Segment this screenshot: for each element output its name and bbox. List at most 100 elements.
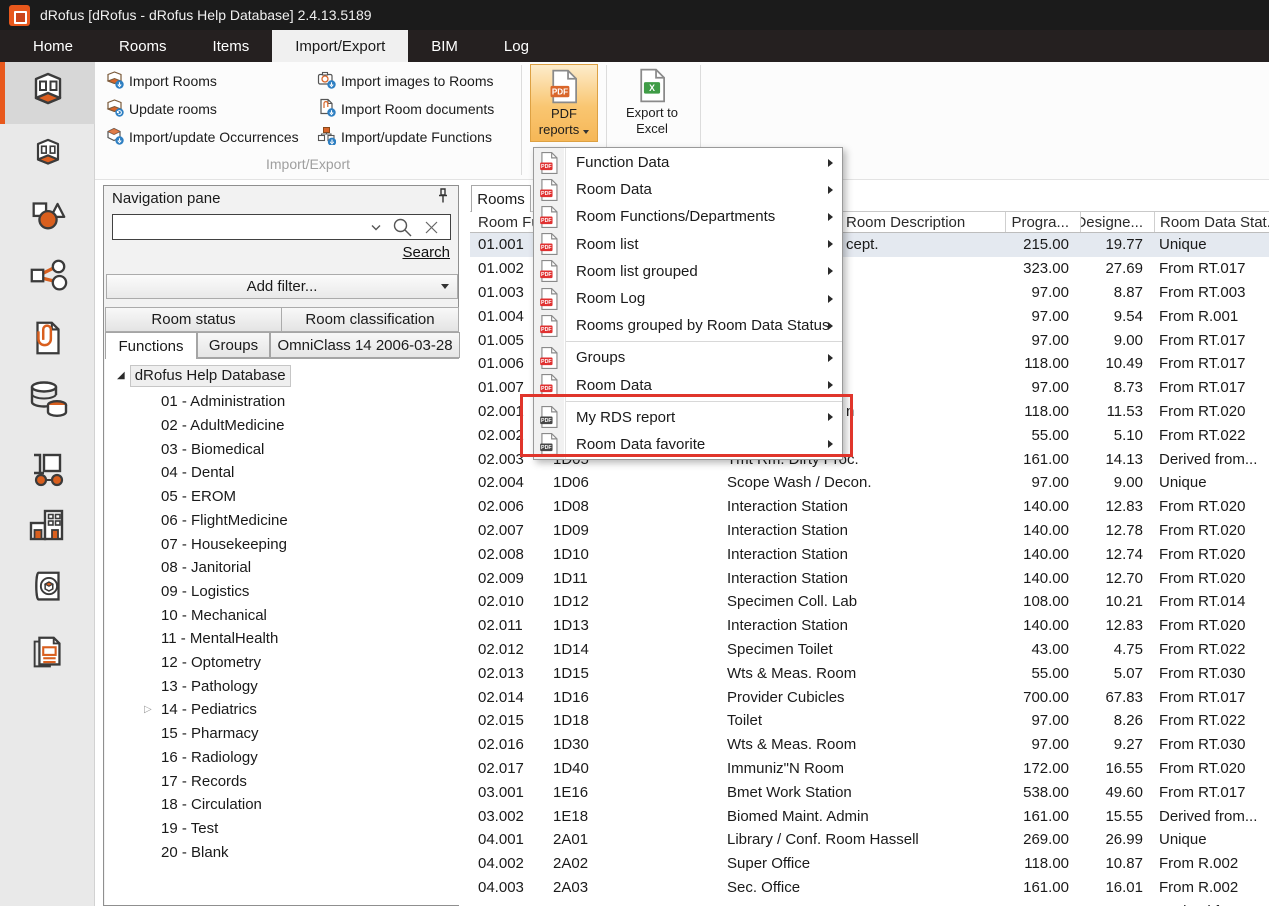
- menu-item-room-list-grouped[interactable]: PDFRoom list grouped: [534, 258, 842, 285]
- import-update-functions-button[interactable]: Import/update Functions: [317, 126, 492, 148]
- table-row[interactable]: 04.0042A04DENTAL SUP-EROM OFFICE161.0016…: [470, 899, 1269, 906]
- menu-tab-home[interactable]: Home: [10, 30, 96, 62]
- column-header-room-description[interactable]: Room Description: [842, 212, 1005, 232]
- tree-item-14-pediatrics[interactable]: ▷14 - Pediatrics: [161, 698, 257, 722]
- room-classification-button[interactable]: Room classification: [281, 307, 459, 332]
- table-row[interactable]: 02.0111D13Interaction Station140.0012.83…: [470, 614, 1269, 638]
- table-row[interactable]: 02.0061D08Interaction Station140.0012.83…: [470, 495, 1269, 519]
- tree-item-08-janitorial[interactable]: 08 - Janitorial: [161, 556, 251, 580]
- tree-item-19-test[interactable]: 19 - Test: [161, 817, 218, 841]
- tree-item-12-optometry[interactable]: 12 - Optometry: [161, 651, 261, 675]
- cell-room-name: Interaction Station: [715, 519, 842, 543]
- sidebar-item-documents[interactable]: [0, 309, 95, 371]
- table-row[interactable]: 02.0121D14Specimen Toilet43.004.75From R…: [470, 638, 1269, 662]
- table-row[interactable]: 04.0022A02Super Office118.0010.87From R.…: [470, 852, 1269, 876]
- menu-tab-import-export[interactable]: Import/Export: [272, 30, 408, 62]
- ribbon-separator: [521, 65, 522, 175]
- tree-item-07-housekeeping[interactable]: 07 - Housekeeping: [161, 532, 287, 556]
- menu-tab-items[interactable]: Items: [190, 30, 273, 62]
- clear-search-icon[interactable]: [423, 219, 440, 236]
- tree-collapsed-icon[interactable]: ▷: [144, 704, 152, 715]
- menu-tab-bim[interactable]: BIM: [408, 30, 481, 62]
- tree-item-01-administration[interactable]: 01 - Administration: [161, 390, 285, 414]
- tree-item-06-flightmedicine[interactable]: 06 - FlightMedicine: [161, 509, 288, 533]
- table-row[interactable]: 02.0141D16Provider Cubicles700.0067.83Fr…: [470, 685, 1269, 709]
- tree-expanded-icon[interactable]: ◢: [117, 370, 125, 381]
- table-row[interactable]: 02.0071D09Interaction Station140.0012.78…: [470, 519, 1269, 543]
- table-row[interactable]: 02.0161D30Wts & Meas. Room97.009.27From …: [470, 733, 1269, 757]
- menu-item-rooms-grouped-by-room-data-status[interactable]: PDFRooms grouped by Room Data Status: [534, 312, 842, 339]
- menu-tab-log[interactable]: Log: [481, 30, 552, 62]
- tree-item-09-logistics[interactable]: 09 - Logistics: [161, 580, 249, 604]
- table-row[interactable]: 02.0131D15Wts & Meas. Room55.005.07From …: [470, 661, 1269, 685]
- tree-item-03-biomedical[interactable]: 03 - Biomedical: [161, 437, 264, 461]
- import-occurrences-icon: [105, 126, 124, 148]
- tree-item-04-dental[interactable]: 04 - Dental: [161, 461, 234, 485]
- pin-icon[interactable]: [436, 188, 450, 208]
- search-dropdown-caret-icon[interactable]: [370, 223, 382, 232]
- tab-rooms[interactable]: Rooms: [471, 185, 531, 212]
- search-box[interactable]: [112, 214, 451, 240]
- search-link[interactable]: Search: [402, 244, 450, 261]
- sidebar-item-reports[interactable]: [0, 624, 95, 686]
- table-row[interactable]: 02.0041D06Scope Wash / Decon.97.009.00Un…: [470, 471, 1269, 495]
- sidebar-item-logistics[interactable]: [0, 442, 95, 504]
- tab-groups[interactable]: Groups: [197, 332, 270, 358]
- column-header-room-data-status[interactable]: Room Data Stat...: [1154, 212, 1269, 232]
- table-row[interactable]: 02.0101D12Specimen Coll. Lab108.0010.21F…: [470, 590, 1269, 614]
- tree-item-label: 01 - Administration: [161, 393, 285, 410]
- room-status-button[interactable]: Room status: [105, 307, 282, 332]
- tree-item-10-mechanical[interactable]: 10 - Mechanical: [161, 603, 267, 627]
- tree-item-11-mentalhealth[interactable]: 11 - MentalHealth: [161, 627, 278, 651]
- column-header-programmed-area[interactable]: Progra...: [1005, 212, 1080, 232]
- sidebar-item-database[interactable]: [0, 371, 95, 433]
- sidebar-item-rooms-alt[interactable]: [0, 125, 95, 187]
- export-to-excel-button[interactable]: X Export to Excel: [614, 64, 690, 142]
- menu-item-room-functions-departments[interactable]: PDFRoom Functions/Departments: [534, 203, 842, 230]
- sidebar-item-buildings[interactable]: [0, 497, 95, 559]
- menu-item-room-list[interactable]: PDFRoom list: [534, 231, 842, 258]
- tree-item-15-pharmacy[interactable]: 15 - Pharmacy: [161, 722, 259, 746]
- table-row[interactable]: 02.0081D10Interaction Station140.0012.74…: [470, 542, 1269, 566]
- pdf-reports-button[interactable]: PDF PDF reports: [530, 64, 598, 142]
- menu-item-room-log[interactable]: PDFRoom Log: [534, 285, 842, 312]
- add-filter-dropdown[interactable]: Add filter...: [106, 274, 458, 299]
- sidebar-item-catalog[interactable]: [0, 559, 95, 621]
- tree-item-02-adultmedicine[interactable]: 02 - AdultMedicine: [161, 414, 284, 438]
- import-images-to-rooms-button[interactable]: Import images to Rooms: [317, 70, 494, 92]
- sidebar-item-rooms[interactable]: [0, 62, 95, 124]
- table-row[interactable]: 03.0011E16Bmet Work Station538.0049.60Fr…: [470, 780, 1269, 804]
- table-row[interactable]: 02.0091D11Interaction Station140.0012.70…: [470, 566, 1269, 590]
- sidebar-item-items[interactable]: [0, 185, 95, 247]
- tree-item-20-blank[interactable]: 20 - Blank: [161, 840, 229, 864]
- menu-item-function-data[interactable]: PDFFunction Data: [534, 149, 842, 176]
- menu-tab-rooms[interactable]: Rooms: [96, 30, 190, 62]
- cell-room-func-no: 04.004: [470, 899, 545, 906]
- column-header-designed-area[interactable]: Designe...: [1080, 212, 1154, 232]
- cell-programmed-area: 323.00: [1005, 257, 1080, 281]
- tree-item-05-erom[interactable]: 05 - EROM: [161, 485, 236, 509]
- table-row[interactable]: 03.0021E18Biomed Maint. Admin161.0015.55…: [470, 804, 1269, 828]
- import-room-documents-button[interactable]: Import Room documents: [317, 98, 494, 120]
- tree-item-16-radiology[interactable]: 16 - Radiology: [161, 746, 258, 770]
- export-excel-icon: X: [637, 68, 667, 105]
- tree-root-drofus-help-database[interactable]: dRofus Help Database: [130, 365, 291, 387]
- table-row[interactable]: 04.0012A01Library / Conf. Room Hassell26…: [470, 828, 1269, 852]
- tree-item-18-circulation[interactable]: 18 - Circulation: [161, 793, 262, 817]
- search-icon[interactable]: [392, 217, 413, 238]
- menu-item-room-data[interactable]: PDFRoom Data: [534, 176, 842, 203]
- tab-omniclass-14-2006-03-28[interactable]: OmniClass 14 2006-03-28: [270, 332, 460, 358]
- tree-item-17-records[interactable]: 17 - Records: [161, 769, 247, 793]
- tab-functions[interactable]: Functions: [105, 332, 197, 359]
- search-input[interactable]: [113, 215, 370, 239]
- import-update-occurrences-button[interactable]: Import/update Occurrences: [105, 126, 299, 148]
- tree-item-13-pathology[interactable]: 13 - Pathology: [161, 674, 258, 698]
- table-row[interactable]: 02.0151D18Toilet97.008.26From RT.022: [470, 709, 1269, 733]
- sidebar-item-occurrences[interactable]: [0, 247, 95, 309]
- table-row[interactable]: 02.0171D40Immuniz"N Room172.0016.55From …: [470, 757, 1269, 781]
- import-rooms-button[interactable]: Import Rooms: [105, 70, 217, 92]
- table-row[interactable]: 04.0032A03Sec. Office161.0016.01From R.0…: [470, 876, 1269, 900]
- menu-item-groups[interactable]: PDFGroups: [534, 344, 842, 371]
- submenu-arrow-icon: [828, 354, 833, 362]
- update-rooms-button[interactable]: Update rooms: [105, 98, 217, 120]
